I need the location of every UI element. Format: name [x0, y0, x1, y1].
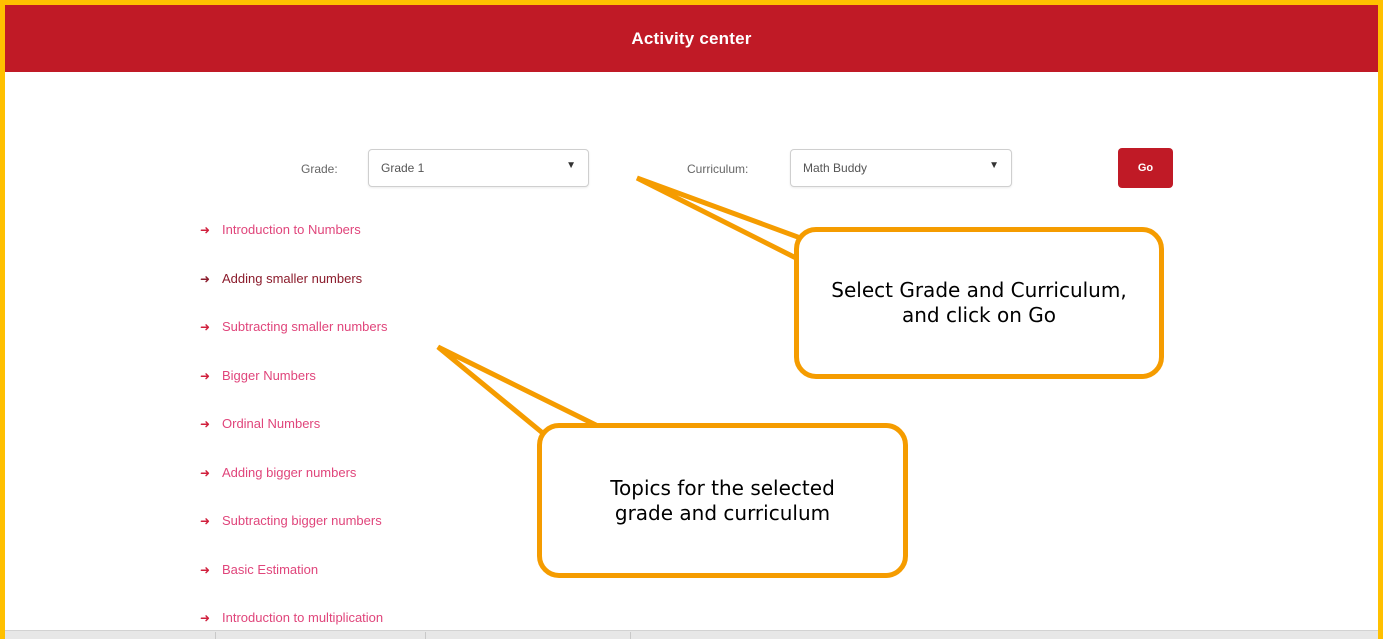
select-callout: Select Grade and Curriculum, and click o…: [794, 227, 1164, 379]
bottom-bar-divider: [425, 632, 426, 639]
topics-callout-text: Topics for the selected grade and curric…: [610, 475, 835, 525]
bottom-bar-divider: [215, 632, 216, 639]
select-callout-pointer: [635, 175, 810, 264]
bottom-scroll-bar[interactable]: [5, 630, 1378, 639]
select-callout-text: Select Grade and Curriculum, and click o…: [831, 278, 1127, 327]
topics-callout: Topics for the selected grade and curric…: [537, 423, 908, 578]
bottom-bar-divider: [630, 632, 631, 639]
